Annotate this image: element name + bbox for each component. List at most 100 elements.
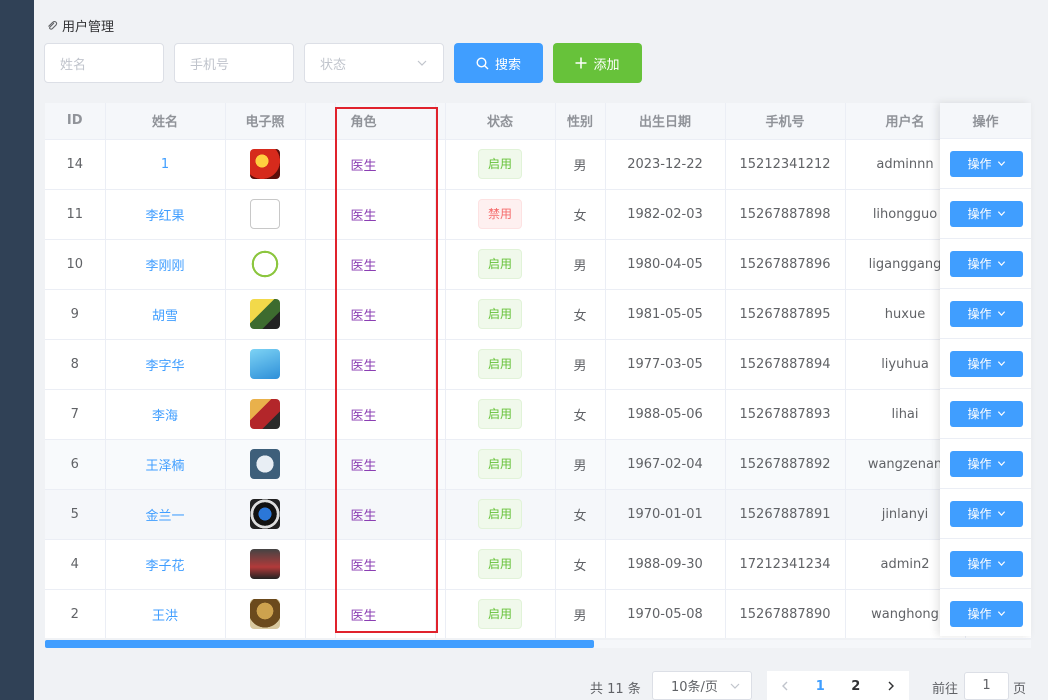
cell-role: 医生 <box>335 539 436 590</box>
operations-cell: 操作 <box>940 489 1031 539</box>
header-role[interactable]: 角色 <box>335 103 436 140</box>
cell-name[interactable]: 胡雪 <box>105 289 226 340</box>
header-photo[interactable]: 电子照 <box>225 103 306 140</box>
cell-role: 医生 <box>335 339 436 390</box>
cell-id: 9 <box>45 289 106 340</box>
operations-dropdown-button[interactable]: 操作 <box>950 250 1023 277</box>
operations-button-label: 操作 <box>967 507 992 521</box>
header-birth[interactable]: 出生日期 <box>605 103 726 140</box>
cell-name[interactable]: 李字华 <box>105 339 226 390</box>
operations-dropdown-button[interactable]: 操作 <box>950 150 1023 177</box>
cell-birth: 1967-02-04 <box>605 439 726 490</box>
cell-status: 启用 <box>445 389 556 440</box>
header-name[interactable]: 姓名 <box>105 103 226 140</box>
prev-page-button[interactable] <box>767 672 803 700</box>
cell-name[interactable]: 金兰一 <box>105 489 226 540</box>
operations-dropdown-button[interactable]: 操作 <box>950 200 1023 227</box>
page-2-button[interactable]: 2 <box>838 672 874 700</box>
cell-gender: 女 <box>555 539 606 590</box>
chevron-down-icon <box>997 211 1005 216</box>
cell-phone: 15267887896 <box>725 239 846 290</box>
cell-gender: 男 <box>555 139 606 190</box>
status-badge: 启用 <box>477 449 522 479</box>
cell-name[interactable]: 李海 <box>105 389 226 440</box>
header-gender[interactable]: 性别 <box>555 103 606 140</box>
cell-gender: 女 <box>555 389 606 440</box>
goto-suffix: 页 <box>1013 682 1027 697</box>
operations-button-label: 操作 <box>967 157 992 171</box>
search-button[interactable]: 搜索 <box>454 43 543 83</box>
cell-birth: 2023-12-22 <box>605 139 726 190</box>
cell-blank <box>305 389 336 440</box>
user-photo <box>250 449 280 479</box>
operations-button-label: 操作 <box>967 207 992 221</box>
page-size-select[interactable]: 10条/页 <box>652 671 752 700</box>
status-badge: 启用 <box>477 299 522 329</box>
cell-phone: 15267887892 <box>725 439 846 490</box>
next-page-button[interactable] <box>874 672 910 700</box>
chevron-left-icon <box>781 681 788 691</box>
page-title: 用户管理 <box>62 20 115 35</box>
cell-blank <box>305 439 336 490</box>
cell-status: 启用 <box>445 239 556 290</box>
operations-dropdown-button[interactable]: 操作 <box>950 300 1023 327</box>
header-phone[interactable]: 手机号 <box>725 103 846 140</box>
cell-blank-2 <box>435 339 446 390</box>
cell-name[interactable]: 王洪 <box>105 589 226 638</box>
cell-birth: 1988-09-30 <box>605 539 726 590</box>
cell-id: 10 <box>45 239 106 290</box>
cell-gender: 男 <box>555 239 606 290</box>
main-content: 用户管理 姓名 手机号 状态 搜索 添加 ID 姓名 电子照 角色 状态 性别 … <box>34 0 1048 700</box>
cell-name[interactable]: 1 <box>105 139 226 190</box>
chevron-down-icon <box>997 561 1005 566</box>
cell-name[interactable]: 李红果 <box>105 189 226 240</box>
cell-name[interactable]: 李子花 <box>105 539 226 590</box>
operations-dropdown-button[interactable]: 操作 <box>950 350 1023 377</box>
cell-id: 6 <box>45 439 106 490</box>
status-badge: 禁用 <box>477 199 522 229</box>
cell-name[interactable]: 李刚刚 <box>105 239 226 290</box>
cell-photo <box>225 339 306 390</box>
status-badge: 启用 <box>477 249 522 279</box>
add-button[interactable]: 添加 <box>553 43 642 83</box>
header-status[interactable]: 状态 <box>445 103 556 140</box>
cell-id: 14 <box>45 139 106 190</box>
name-input-placeholder: 姓名 <box>60 57 87 73</box>
cell-birth: 1970-05-08 <box>605 589 726 638</box>
cell-gender: 女 <box>555 189 606 240</box>
operations-dropdown-button[interactable]: 操作 <box>950 600 1023 627</box>
cell-gender: 女 <box>555 289 606 340</box>
operations-dropdown-button[interactable]: 操作 <box>950 500 1023 527</box>
cell-blank-2 <box>435 489 446 540</box>
scrollbar-thumb[interactable] <box>45 640 594 648</box>
cell-gender: 男 <box>555 339 606 390</box>
table-row: 10 李刚刚 医生 启用男 1980-04-05 15267887896 liganggan… <box>45 239 1031 290</box>
cell-name[interactable]: 王泽楠 <box>105 439 226 490</box>
chevron-down-icon <box>997 611 1005 616</box>
add-button-label: 添加 <box>593 57 620 73</box>
table-row: 4 李子花 医生 启用女 1988-09-30 17212341234 admin2 <box>45 539 1031 590</box>
cell-id: 11 <box>45 189 106 240</box>
cell-status: 启用 <box>445 289 556 340</box>
goto-page-input[interactable]: 1 <box>964 672 1009 700</box>
status-select[interactable]: 状态 <box>304 43 444 83</box>
phone-input-placeholder: 手机号 <box>190 57 230 73</box>
cell-birth: 1981-05-05 <box>605 289 726 340</box>
page-1-button[interactable]: 1 <box>803 672 839 700</box>
cell-role: 医生 <box>335 239 436 290</box>
cell-photo <box>225 189 306 240</box>
horizontal-scrollbar[interactable] <box>45 640 1031 648</box>
operations-button-label: 操作 <box>967 557 992 571</box>
page-nav: 1 2 <box>767 671 909 700</box>
phone-input[interactable]: 手机号 <box>174 43 294 83</box>
chevron-down-icon <box>997 511 1005 516</box>
status-badge: 启用 <box>477 599 522 629</box>
chevron-down-icon <box>997 261 1005 266</box>
operations-dropdown-button[interactable]: 操作 <box>950 550 1023 577</box>
name-input[interactable]: 姓名 <box>44 43 164 83</box>
operations-dropdown-button[interactable]: 操作 <box>950 450 1023 477</box>
goto-label: 前往 <box>932 682 959 697</box>
operations-cell: 操作 <box>940 239 1031 289</box>
header-id[interactable]: ID <box>45 103 106 140</box>
operations-dropdown-button[interactable]: 操作 <box>950 400 1023 427</box>
